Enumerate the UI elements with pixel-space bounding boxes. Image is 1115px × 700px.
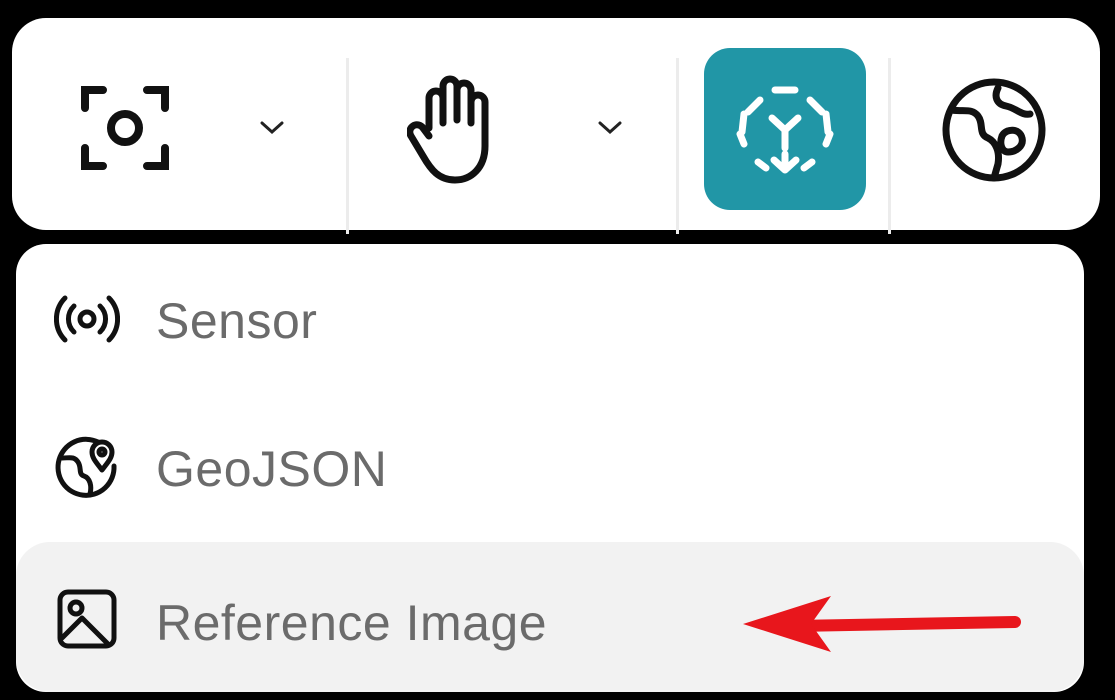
- globe-tool-button[interactable]: [934, 70, 1054, 190]
- toolbar-divider: [676, 58, 679, 234]
- focus-frame-icon: [81, 86, 169, 170]
- toolbar-divider: [888, 58, 891, 234]
- hand-icon: [407, 75, 489, 184]
- sensor-broadcast-icon: [54, 295, 120, 343]
- menu-item-sensor[interactable]: Sensor: [16, 246, 1084, 386]
- globe-icon: [942, 78, 1046, 182]
- annotation-arrow: [743, 596, 1021, 652]
- menu-item-label: Reference Image: [156, 595, 548, 651]
- chevron-down-icon: [598, 121, 622, 135]
- toolbar: [12, 18, 1100, 234]
- image-icon: [57, 589, 117, 649]
- focus-tool-dropdown[interactable]: [252, 108, 292, 148]
- menu-item-label: GeoJSON: [156, 441, 388, 497]
- toolbar-divider: [346, 58, 349, 234]
- menu-item-label: Sensor: [156, 293, 318, 349]
- globe-pin-icon: [55, 436, 117, 498]
- pan-tool-button[interactable]: [402, 63, 512, 193]
- transform-tool-button[interactable]: [704, 48, 866, 210]
- pan-tool-dropdown[interactable]: [590, 108, 630, 148]
- chevron-down-icon: [260, 121, 284, 135]
- focus-tool-button[interactable]: [70, 68, 180, 188]
- menu-item-geojson[interactable]: GeoJSON: [16, 394, 1084, 534]
- move-arrows-icon: [736, 86, 834, 174]
